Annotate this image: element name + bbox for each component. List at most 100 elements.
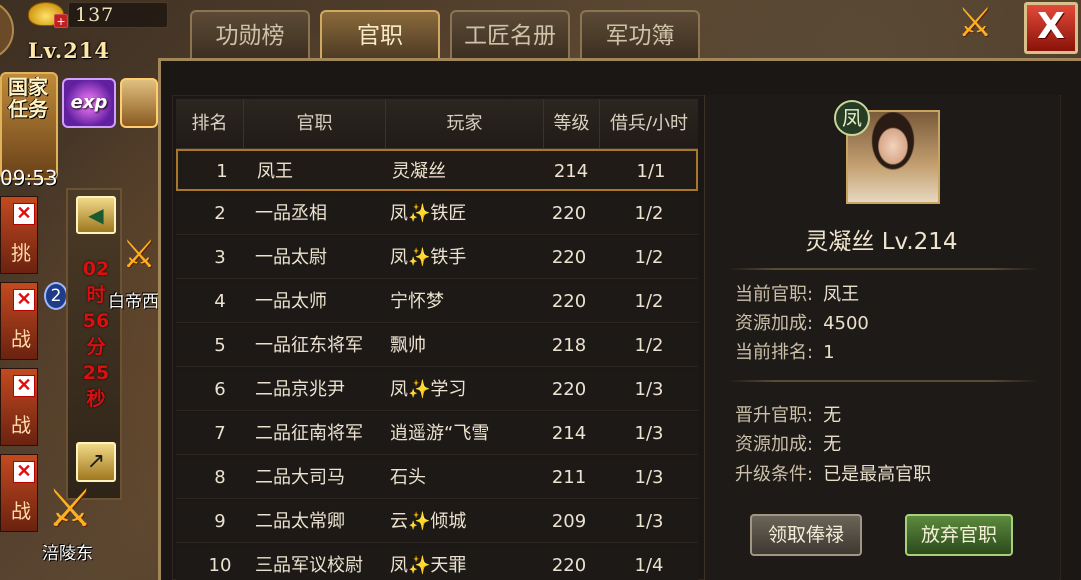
countdown-seconds: 25	[82, 362, 110, 384]
row-troops: 1/1	[636, 161, 666, 182]
resource-bonus-label: 资源加成:	[735, 313, 814, 334]
row-rank: 2	[214, 203, 226, 224]
current-rank-label: 当前排名:	[735, 342, 814, 363]
row-troops: 1/4	[634, 555, 664, 576]
faction-tag: 凤	[390, 379, 408, 400]
row-troops: 1/3	[634, 379, 664, 400]
row-troops: 1/2	[634, 203, 664, 224]
crossed-swords-icon[interactable]: ⚔	[950, 0, 1000, 50]
crossed-swords-icon[interactable]: ⚔	[120, 232, 158, 276]
row-title: 三品军议校尉	[255, 555, 363, 576]
next-bonus-row: 资源加成: 无	[735, 430, 841, 460]
row-player: 飘帅	[390, 335, 426, 356]
row-rank: 5	[214, 335, 226, 356]
table-row[interactable]: 5 一品征东将军 飘帅 218 1/2	[176, 325, 698, 367]
current-rank-value: 1	[823, 342, 835, 363]
tab-craftsmen-roster[interactable]: 工匠名册	[450, 10, 570, 60]
quest-timer: 09:53	[0, 166, 58, 190]
row-level: 209	[551, 511, 587, 532]
table-row[interactable]: 7 二品征南将军 逍遥游“飞雪 214 1/3	[176, 413, 698, 455]
divider	[728, 268, 1038, 270]
battle-item[interactable]: 战 ✕	[0, 282, 38, 360]
sparkle-icon: ✨	[408, 247, 431, 268]
row-level: 220	[551, 291, 587, 312]
row-player: 凤✨天罪	[390, 545, 550, 580]
row-title: 一品太师	[255, 291, 327, 312]
row-level: 220	[551, 555, 587, 576]
player-name: 天罪	[430, 555, 467, 576]
city-label[interactable]: 涪陵东	[42, 539, 93, 564]
row-level: 220	[551, 203, 587, 224]
add-gold-button[interactable]: +	[54, 14, 68, 28]
row-troops: 1/3	[634, 423, 664, 444]
crossed-swords-icon[interactable]: ⚔	[42, 480, 98, 538]
table-row[interactable]: 1 凤王 灵凝丝 214 1/1	[176, 149, 698, 191]
abandon-title-button[interactable]: 放弃官职	[905, 514, 1013, 556]
close-button[interactable]: X	[1024, 2, 1078, 54]
faction-tag: 凤	[390, 555, 408, 576]
battle-item[interactable]: 挑 ✕	[0, 196, 38, 274]
header-title: 官职	[244, 99, 386, 149]
header-player: 玩家	[386, 99, 544, 149]
collapse-left-icon[interactable]: ◀	[76, 196, 116, 234]
tab-official-rank[interactable]: 官职	[320, 10, 440, 60]
upgrade-condition-value: 已是最高官职	[823, 464, 932, 485]
sparkle-icon: ✨	[408, 555, 431, 576]
player-name: 铁手	[430, 247, 467, 268]
row-level: 214	[553, 161, 589, 182]
row-player: 凤✨铁手	[390, 237, 550, 279]
battle-item-label: 战	[11, 499, 31, 523]
table-row[interactable]: 10 三品军议校尉 凤✨天罪 220 1/4	[176, 545, 698, 580]
table-row[interactable]: 6 二品京兆尹 凤✨学习 220 1/3	[176, 369, 698, 411]
row-rank: 7	[214, 423, 226, 444]
row-level: 218	[551, 335, 587, 356]
table-row[interactable]: 9 二品太常卿 云✨倾城 209 1/3	[176, 501, 698, 543]
row-title: 一品征东将军	[255, 335, 363, 356]
faction-badge: 凤	[834, 100, 870, 136]
current-title-value: 凤王	[823, 284, 860, 305]
row-troops: 1/3	[634, 467, 664, 488]
row-troops: 1/2	[634, 335, 664, 356]
divider	[728, 380, 1038, 382]
crossed-swords-icon: ✕	[13, 289, 35, 311]
next-bonus-label: 资源加成:	[735, 434, 814, 455]
current-rank-row: 当前排名: 1	[735, 338, 835, 368]
sparkle-icon: ✨	[408, 379, 431, 400]
go-arrow-icon[interactable]: ↗	[76, 442, 116, 482]
row-rank: 3	[214, 247, 226, 268]
exp-icon[interactable]: exp	[62, 78, 116, 128]
table-row[interactable]: 4 一品太师 宁怀梦 220 1/2	[176, 281, 698, 323]
header-level: 等级	[544, 99, 600, 149]
battle-item[interactable]: 战 ✕	[0, 454, 38, 532]
table-row[interactable]: 2 一品丞相 凤✨铁匠 220 1/2	[176, 193, 698, 235]
row-title: 二品京兆尹	[255, 379, 345, 400]
row-player: 灵凝丝	[392, 161, 446, 182]
current-title-label: 当前官职:	[735, 284, 814, 305]
avatar[interactable]	[0, 0, 14, 60]
next-title-label: 晋升官职:	[735, 405, 814, 426]
city-label[interactable]: 白帝西	[108, 287, 159, 312]
collect-salary-button[interactable]: 领取俸禄	[750, 514, 862, 556]
row-title: 凤王	[257, 161, 293, 182]
tab-military-merit[interactable]: 军功簿	[580, 10, 700, 60]
countdown-seconds-unit: 秒	[86, 388, 106, 410]
faction-tag: 凤	[390, 247, 408, 268]
row-rank: 10	[208, 555, 232, 576]
tab-merit-ranking[interactable]: 功勋榜	[190, 10, 310, 60]
badge-count: 2	[44, 282, 68, 310]
countdown-minutes-unit: 分	[86, 336, 106, 358]
next-title-value: 无	[823, 405, 842, 426]
battle-item[interactable]: 战 ✕	[0, 368, 38, 446]
header-troops: 借兵/小时	[609, 113, 689, 134]
row-player: 逍遥游“飞雪	[390, 423, 490, 444]
sparkle-icon: ✨	[408, 203, 431, 224]
row-title: 二品征南将军	[255, 423, 363, 444]
book-icon[interactable]	[120, 78, 158, 128]
table-row[interactable]: 8 二品大司马 石头 211 1/3	[176, 457, 698, 499]
upgrade-condition-label: 升级条件:	[735, 464, 814, 485]
table-row[interactable]: 3 一品太尉 凤✨铁手 220 1/2	[176, 237, 698, 279]
row-rank: 9	[214, 511, 226, 532]
row-title: 二品太常卿	[255, 511, 345, 532]
row-title: 二品大司马	[255, 467, 345, 488]
row-level: 214	[551, 423, 587, 444]
